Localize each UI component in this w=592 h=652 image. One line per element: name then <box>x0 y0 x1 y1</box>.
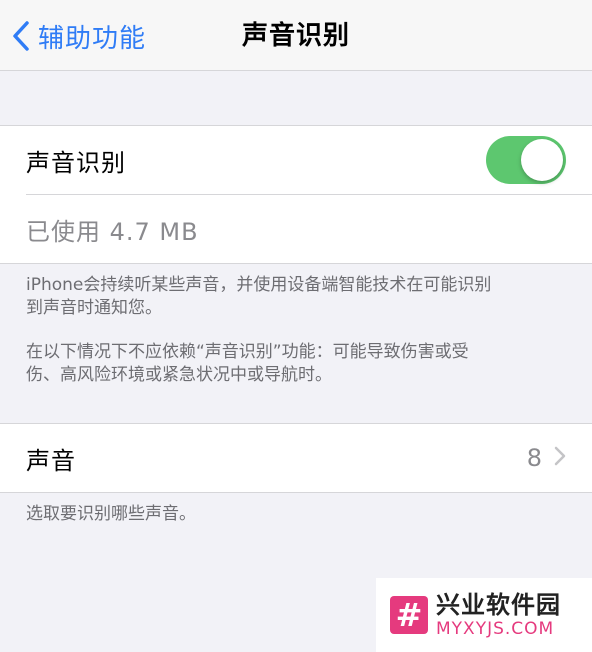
description-line: 到声音时通知您。 <box>26 298 162 318</box>
sounds-detail: 8 <box>527 424 566 492</box>
description-line: iPhone会持续听某些声音，并使用设备端智能技术在可能识别 <box>26 275 492 295</box>
chevron-right-icon <box>554 446 566 470</box>
toggle-knob <box>521 139 563 181</box>
storage-row: 已使用 4.7 MB <box>0 195 592 263</box>
sound-recognition-group: 声音识别 已使用 4.7 MB <box>0 125 592 264</box>
description-line: 伤、高风险环境或紧急状况中或导航时。 <box>26 365 332 385</box>
sounds-label: 声音 <box>26 446 76 475</box>
sounds-count: 8 <box>526 444 542 472</box>
description-line: 在以下情况下不应依赖“声音识别”功能：可能导致伤害或受 <box>26 342 469 362</box>
sound-recognition-row: 声音识别 <box>0 126 592 194</box>
sounds-group: 声音 8 <box>0 423 592 493</box>
navigation-bar: 辅助功能 声音识别 <box>0 0 592 71</box>
storage-used-label: 已使用 4.7 MB <box>26 217 199 246</box>
sound-recognition-label: 声音识别 <box>26 148 126 177</box>
watermark-name-en: MYXYJS.COM <box>436 619 555 639</box>
page-title: 声音识别 <box>241 21 350 51</box>
watermark: # 兴业软件园 MYXYJS.COM <box>376 578 592 652</box>
sounds-footer: 选取要识别哪些声音。 <box>26 504 196 524</box>
watermark-logo-icon: # <box>390 596 428 634</box>
description-paragraph-2: 在以下情况下不应依赖“声音识别”功能：可能导致伤害或受 伤、高风险环境或紧急状况… <box>26 341 566 387</box>
watermark-name-cn: 兴业软件园 <box>436 591 561 619</box>
watermark-text: 兴业软件园 MYXYJS.COM <box>436 591 561 639</box>
description-paragraph-1: iPhone会持续听某些声音，并使用设备端智能技术在可能识别 到声音时通知您。 <box>26 274 566 320</box>
sounds-row[interactable]: 声音 8 <box>0 424 592 492</box>
sound-recognition-toggle[interactable] <box>486 136 566 184</box>
